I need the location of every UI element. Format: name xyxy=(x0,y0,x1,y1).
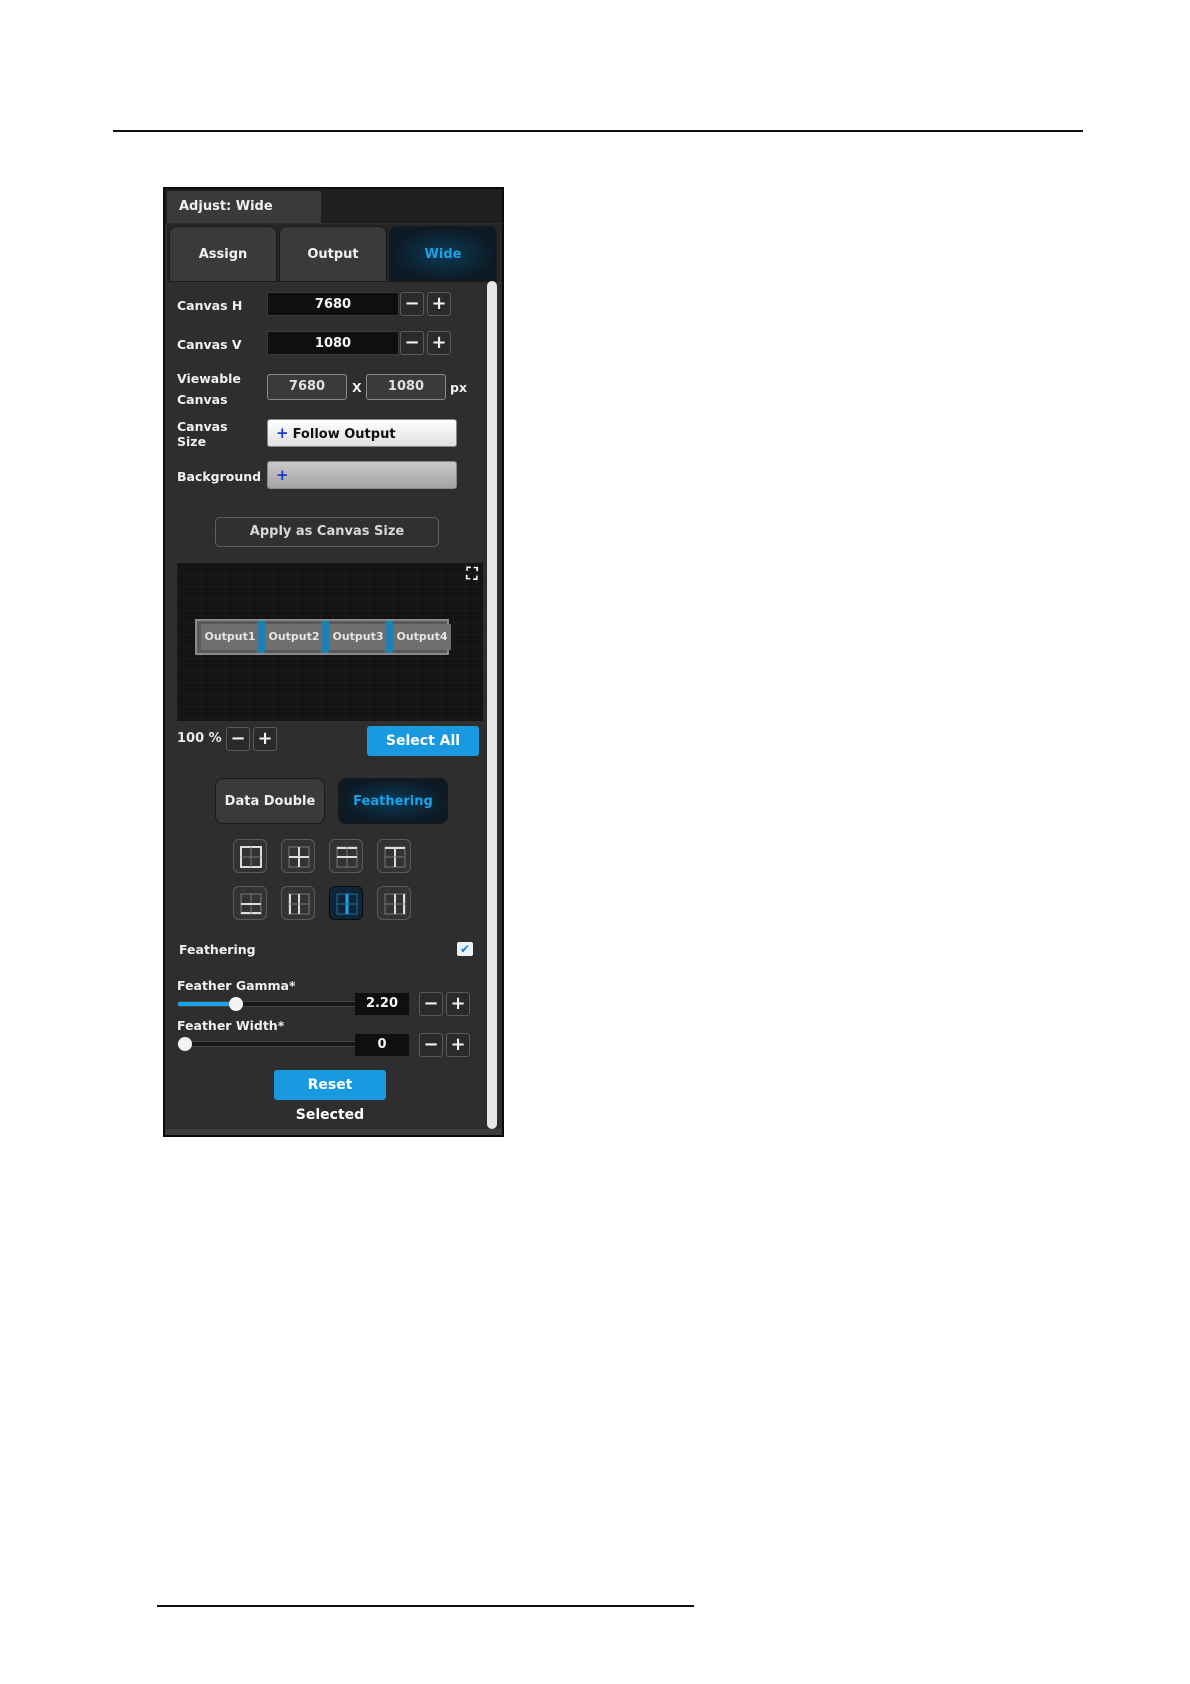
output-strip: Output1 Output2 Output3 Output4 xyxy=(195,619,451,655)
viewable-canvas-label-line1: Viewable xyxy=(177,371,241,386)
output-tile-1[interactable]: Output1 xyxy=(201,624,259,650)
feather-seam xyxy=(257,621,265,653)
canvas-v-minus-button[interactable]: − xyxy=(400,331,424,355)
panel-resize-grip[interactable] xyxy=(165,1129,502,1135)
zoom-in-button[interactable]: + xyxy=(253,727,277,751)
slider-fill xyxy=(178,1002,236,1006)
panel-scrollbar[interactable] xyxy=(487,281,497,1129)
feather-gamma-plus-button[interactable]: + xyxy=(446,992,470,1016)
plus-icon: + xyxy=(450,1034,466,1055)
tab-output[interactable]: Output xyxy=(279,226,387,282)
panel-title: Adjust: Wide Screen xyxy=(167,191,321,246)
zoom-out-button[interactable]: − xyxy=(226,727,250,751)
viewable-unit: px xyxy=(450,380,468,395)
footer-rule xyxy=(157,1605,694,1607)
output-tile-4[interactable]: Output4 xyxy=(393,624,451,650)
layout-button-2[interactable] xyxy=(281,839,315,873)
output-tile-2[interactable]: Output2 xyxy=(265,624,323,650)
layout-button-5[interactable] xyxy=(233,886,267,920)
feather-seam xyxy=(385,621,393,653)
feather-width-slider[interactable] xyxy=(177,1037,359,1051)
viewable-width-input[interactable]: 7680 xyxy=(267,374,347,400)
canvas-h-label: Canvas H xyxy=(177,298,243,313)
canvas-h-plus-button[interactable]: + xyxy=(427,292,451,316)
feathering-label: Feathering xyxy=(179,942,256,957)
layout-grid-icon xyxy=(336,846,358,868)
canvas-v-label: Canvas V xyxy=(177,337,242,352)
canvas-size-dropdown[interactable]: + Follow Output xyxy=(267,419,457,447)
layout-button-4[interactable] xyxy=(377,839,411,873)
viewable-separator: X xyxy=(352,380,362,395)
layout-grid-icon xyxy=(336,893,358,915)
reset-selected-button[interactable]: Reset Selected xyxy=(274,1070,386,1123)
data-double-button[interactable]: Data Double xyxy=(215,778,325,824)
layout-button-3[interactable] xyxy=(329,839,363,873)
layout-grid-icon xyxy=(384,893,406,915)
expand-icon[interactable]: ⛶ xyxy=(461,563,483,585)
wide-screen-panel: Adjust: Wide Screen Assign Output Wide C… xyxy=(163,187,504,1137)
minus-icon: − xyxy=(404,332,420,353)
layout-button-7[interactable] xyxy=(329,886,363,920)
tab-bar: Assign Output Wide xyxy=(167,224,502,282)
canvas-size-value: Follow Output xyxy=(292,427,396,442)
zoom-level: 100 % xyxy=(177,731,222,746)
plus-icon: + xyxy=(257,728,273,749)
slider-handle[interactable] xyxy=(178,1037,192,1051)
feather-gamma-minus-button[interactable]: − xyxy=(419,992,443,1016)
canvas-size-label-line1: Canvas xyxy=(177,419,228,434)
checkbox-checked-icon: ✔ xyxy=(459,942,471,956)
plus-icon: + xyxy=(276,424,289,442)
viewable-height-input[interactable]: 1080 xyxy=(366,374,446,400)
apply-canvas-size-button[interactable]: Apply as Canvas Size xyxy=(215,517,439,547)
layout-grid-icon xyxy=(240,846,262,868)
canvas-h-minus-button[interactable]: − xyxy=(400,292,424,316)
canvas-h-input[interactable]: 7680 xyxy=(267,292,399,316)
panel-titlebar: Adjust: Wide Screen xyxy=(165,189,502,246)
minus-icon: − xyxy=(423,993,439,1014)
slider-handle[interactable] xyxy=(228,997,243,1011)
feather-width-minus-button[interactable]: − xyxy=(419,1033,443,1057)
plus-icon: + xyxy=(276,466,289,484)
plus-icon: + xyxy=(431,332,447,353)
viewable-canvas-label-line2: Canvas xyxy=(177,392,228,407)
feather-gamma-slider[interactable] xyxy=(177,997,359,1011)
feather-gamma-value[interactable]: 2.20 xyxy=(355,993,409,1015)
layout-grid-icon xyxy=(288,893,310,915)
feather-width-plus-button[interactable]: + xyxy=(446,1033,470,1057)
feather-width-label: Feather Width* xyxy=(177,1018,285,1033)
feathering-mode-button[interactable]: Feathering xyxy=(338,778,448,824)
layout-button-6[interactable] xyxy=(281,886,315,920)
feather-seam xyxy=(321,621,329,653)
minus-icon: − xyxy=(230,728,246,749)
canvas-size-label-line2: Size xyxy=(177,434,207,449)
plus-icon: + xyxy=(450,993,466,1014)
layout-grid-icon xyxy=(384,846,406,868)
select-all-button[interactable]: Select All xyxy=(367,726,479,756)
feather-width-value[interactable]: 0 xyxy=(355,1034,409,1056)
canvas-v-input[interactable]: 1080 xyxy=(267,331,399,355)
layout-button-1[interactable] xyxy=(233,839,267,873)
layout-button-8[interactable] xyxy=(377,886,411,920)
layout-grid-icon xyxy=(240,893,262,915)
plus-icon: + xyxy=(431,293,447,314)
canvas-preview[interactable]: ⛶ Output1 Output2 Output3 Output4 xyxy=(177,563,483,721)
minus-icon: − xyxy=(404,293,420,314)
layout-grid-icon xyxy=(288,846,310,868)
minus-icon: − xyxy=(423,1034,439,1055)
header-rule xyxy=(113,130,1083,132)
background-dropdown[interactable]: + xyxy=(267,461,457,489)
tab-assign[interactable]: Assign xyxy=(169,226,277,282)
background-label: Background xyxy=(177,469,262,484)
tab-wide[interactable]: Wide xyxy=(389,226,497,282)
feathering-checkbox[interactable]: ✔ xyxy=(457,942,473,956)
canvas-v-plus-button[interactable]: + xyxy=(427,331,451,355)
feather-gamma-label: Feather Gamma* xyxy=(177,978,296,993)
output-tile-3[interactable]: Output3 xyxy=(329,624,387,650)
